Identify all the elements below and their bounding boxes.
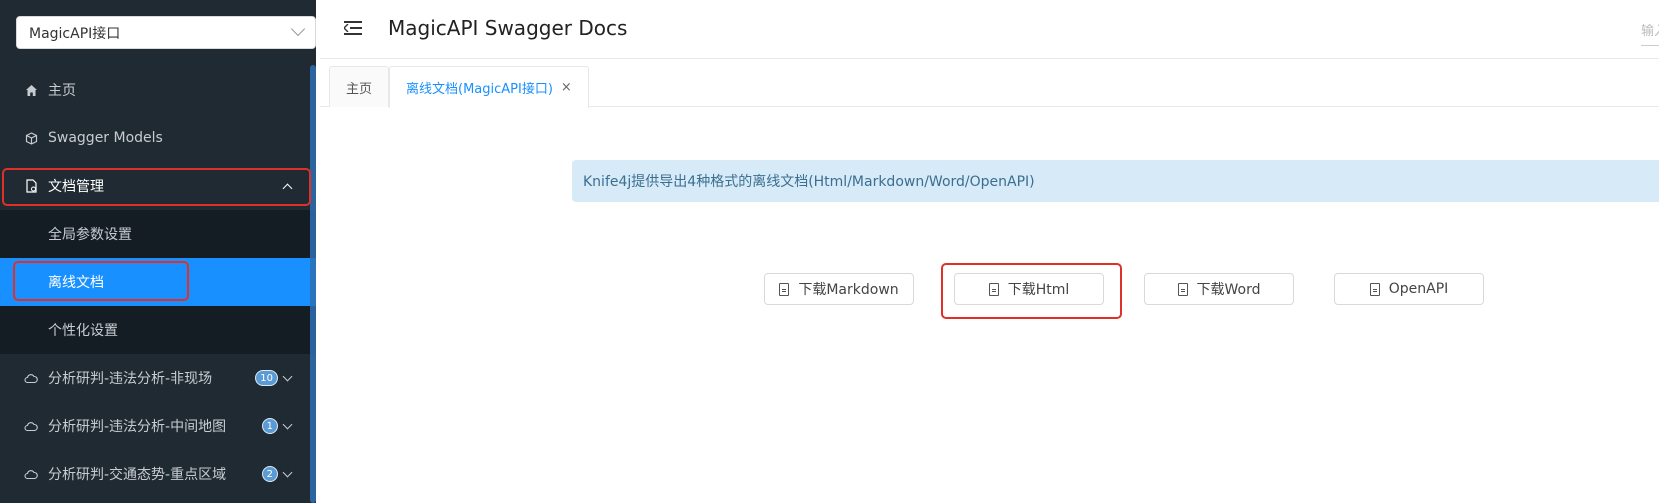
download-word-button[interactable]: 下载Word <box>1144 273 1294 305</box>
chevron-down-icon <box>290 21 306 37</box>
sidebar-item-label: 全局参数设置 <box>48 227 132 243</box>
sidebar: MagicAPI接口 主页 Swagger Models 文档管理 全局参数设置… <box>0 0 316 503</box>
button-label: OpenAPI <box>1388 281 1449 297</box>
api-group-select[interactable]: MagicAPI接口 <box>16 16 316 49</box>
download-openapi-button[interactable]: OpenAPI <box>1334 273 1484 305</box>
download-markdown-button[interactable]: 下载Markdown <box>764 273 914 305</box>
cloud-icon <box>24 371 38 385</box>
search-input[interactable]: 输入 <box>1641 16 1659 46</box>
count-badge: 10 <box>255 370 278 386</box>
sidebar-group-illegal-map[interactable]: 分析研判-违法分析-中间地图 1 <box>0 402 316 450</box>
file-markdown-icon <box>779 282 790 296</box>
api-group-select-value: MagicAPI接口 <box>29 25 121 42</box>
button-label: 下载Markdown <box>798 282 899 298</box>
tab-label: 主页 <box>346 81 373 97</box>
highlight-box <box>13 261 189 301</box>
chevron-down-icon <box>282 371 293 381</box>
file-text-icon <box>1369 282 1380 296</box>
button-label: 下载Word <box>1196 282 1261 298</box>
sidebar-item-global-params[interactable]: 全局参数设置 <box>0 210 316 258</box>
sidebar-item-home[interactable]: 主页 <box>0 66 316 114</box>
sidebar-item-swagger-models[interactable]: Swagger Models <box>0 114 316 162</box>
cube-icon <box>24 131 38 145</box>
info-alert: Knife4j提供导出4种格式的离线文档(Html/Markdown/Word/… <box>572 160 1659 202</box>
sidebar-item-label: 个性化设置 <box>48 323 118 339</box>
highlight-box <box>2 168 311 206</box>
chevron-down-icon <box>282 467 293 477</box>
tab-home[interactable]: 主页 <box>329 66 390 107</box>
header: MagicAPI Swagger Docs 输入 <box>320 0 1659 59</box>
file-word-icon <box>1177 282 1188 296</box>
sidebar-item-label: Swagger Models <box>48 130 163 146</box>
cloud-icon <box>24 419 38 433</box>
tab-offline-docs[interactable]: 离线文档(MagicAPI接口) × <box>389 66 589 108</box>
sidebar-group-label: 分析研判-交通态势-重点区域 <box>48 467 227 483</box>
sidebar-group-illegal-offsite[interactable]: 分析研判-违法分析-非现场 10 <box>0 354 316 402</box>
info-alert-text: Knife4j提供导出4种格式的离线文档(Html/Markdown/Word/… <box>583 174 1035 190</box>
cloud-icon <box>24 467 38 481</box>
home-icon <box>24 83 38 97</box>
sidebar-item-personalization[interactable]: 个性化设置 <box>0 306 316 354</box>
close-icon[interactable]: × <box>561 80 572 95</box>
sidebar-group-label: 分析研判-违法分析-非现场 <box>48 371 213 387</box>
app-title: MagicAPI Swagger Docs <box>388 16 628 40</box>
menu-fold-icon[interactable] <box>344 19 362 37</box>
sidebar-scrollbar[interactable] <box>310 65 316 503</box>
highlight-box <box>941 263 1122 319</box>
chevron-down-icon <box>282 419 293 429</box>
count-badge: 2 <box>261 466 278 482</box>
sidebar-group-traffic-area[interactable]: 分析研判-交通态势-重点区域 2 <box>0 450 316 498</box>
tab-label: 离线文档(MagicAPI接口) <box>406 82 553 97</box>
tab-bar: 主页 离线文档(MagicAPI接口) × <box>320 59 1659 108</box>
count-badge: 1 <box>261 418 278 434</box>
sidebar-group-label: 分析研判-违法分析-中间地图 <box>48 419 227 435</box>
sidebar-item-label: 主页 <box>48 83 76 99</box>
